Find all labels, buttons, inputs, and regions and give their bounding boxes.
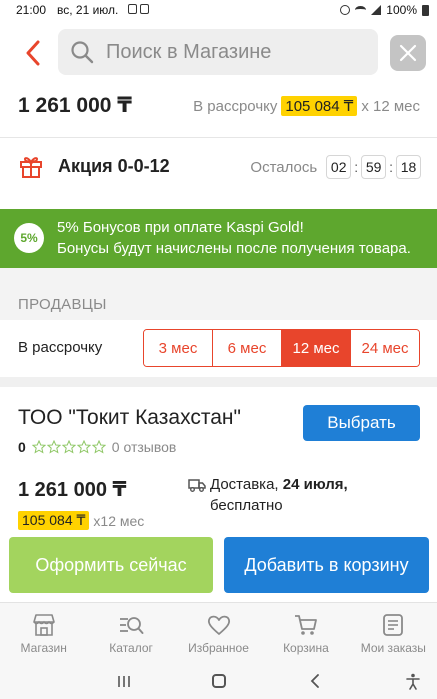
- nav-item-catalog[interactable]: Каталог: [87, 603, 174, 664]
- star-icon: [76, 440, 91, 454]
- bonus-subtitle: Бонусы будут начислены после получения т…: [57, 240, 411, 257]
- seller-installment-amount: 105 084 ₸: [18, 511, 90, 530]
- notification-icons: [128, 4, 149, 14]
- seller-installment: 105 084 ₸ x12 мес: [18, 511, 144, 530]
- battery-percent: 100%: [386, 3, 417, 17]
- gift-icon: [20, 157, 42, 178]
- bonus-badge: 5%: [14, 223, 44, 253]
- nav-label: Мои заказы: [360, 641, 426, 655]
- nav-item-store[interactable]: Магазин: [0, 603, 87, 664]
- bonus-banner[interactable]: 5% 5% Бонусов при оплате Kaspi Gold! Бон…: [0, 209, 437, 268]
- nav-item-orders[interactable]: Мои заказы: [350, 603, 437, 664]
- nav-label: Корзина: [283, 641, 329, 655]
- timer-label: Осталось: [250, 158, 318, 176]
- accessibility-icon[interactable]: [405, 673, 421, 690]
- timer-seconds: 18: [396, 155, 421, 179]
- installment-term: х 12 мес: [361, 97, 420, 115]
- gallery-notification-icon: [128, 4, 137, 14]
- store-icon: [32, 614, 55, 636]
- term-tab-24[interactable]: 24 мес: [351, 330, 419, 366]
- search-box[interactable]: [58, 29, 378, 75]
- term-tab-6[interactable]: 6 мес: [213, 330, 282, 366]
- search-icon: [71, 41, 94, 64]
- timer-colon: :: [389, 159, 393, 175]
- installment-label: В рассрочку: [193, 97, 278, 115]
- status-time: 21:00: [16, 3, 47, 17]
- chevron-left-icon: [26, 40, 40, 66]
- timer-hours: 02: [326, 155, 352, 179]
- cart-icon: [294, 615, 317, 635]
- divider: [0, 137, 437, 138]
- delivery-info: Доставка, 24 июля,: [210, 476, 348, 493]
- status-indicators: 100%: [340, 3, 429, 17]
- bonus-title: 5% Бонусов при оплате Kaspi Gold!: [57, 219, 304, 236]
- section-gap: [0, 377, 437, 387]
- search-input[interactable]: [106, 29, 366, 75]
- system-back-icon[interactable]: [309, 674, 321, 688]
- delivery-cost: бесплатно: [210, 497, 283, 514]
- order-now-button[interactable]: Оформить сейчас: [9, 537, 213, 593]
- delivery-truck-icon: [188, 479, 206, 492]
- battery-icon: [422, 4, 429, 16]
- installment-term-tabs: 3 мес 6 мес 12 мес 24 мес: [143, 329, 420, 367]
- wifi-icon: [355, 6, 367, 14]
- installment-summary: В рассрочку 105 084 ₸ х 12 мес: [193, 96, 420, 116]
- signal-icon: [371, 5, 382, 15]
- copy-notification-icon: [140, 4, 149, 14]
- heart-icon: [207, 615, 230, 635]
- sellers-section-label: ПРОДАВЦЫ: [18, 296, 107, 313]
- home-icon[interactable]: [212, 674, 226, 688]
- term-tab-12[interactable]: 12 мес: [282, 330, 351, 366]
- nav-label: Избранное: [188, 641, 249, 655]
- alarm-icon: [340, 5, 351, 15]
- nav-item-cart[interactable]: Корзина: [262, 603, 349, 664]
- promo-timer: Осталось 02 : 59 : 18: [250, 155, 421, 179]
- installment-amount: 105 084 ₸: [281, 96, 358, 116]
- status-date: вс, 21 июл.: [57, 3, 119, 17]
- close-icon: [399, 44, 417, 62]
- timer-colon: :: [354, 159, 359, 175]
- delivery-date: 24 июля,: [282, 476, 348, 493]
- bottom-navigation: Магазин Каталог Избранное Корзина Мои за…: [0, 602, 437, 664]
- rating-value: 0: [18, 439, 26, 455]
- close-button[interactable]: [390, 35, 426, 71]
- seller-name[interactable]: ТОО "Токит Казахстан": [18, 406, 241, 430]
- seller-price: 1 261 000 ₸: [18, 479, 127, 501]
- seller-rating[interactable]: 0 0 отзывов: [18, 439, 176, 455]
- nav-label: Магазин: [20, 641, 67, 655]
- recent-apps-icon[interactable]: [117, 675, 131, 688]
- installment-term-label: В рассрочку: [18, 339, 103, 356]
- delivery-prefix: Доставка,: [210, 476, 279, 493]
- orders-icon: [383, 614, 404, 636]
- seller-installment-term: x12 мес: [93, 512, 145, 529]
- add-to-cart-button[interactable]: Добавить в корзину: [224, 537, 429, 593]
- product-price: 1 261 000 ₸: [18, 94, 132, 117]
- back-button[interactable]: [20, 38, 46, 68]
- product-offers-screen: 21:00 вс, 21 июл. 100% 1 261 000 ₸: [0, 0, 437, 699]
- promo-title: Акция 0-0-12: [58, 156, 170, 176]
- star-icon: [61, 440, 76, 454]
- timer-minutes: 59: [361, 155, 387, 179]
- star-icon: [46, 440, 61, 454]
- status-bar: 21:00 вс, 21 июл. 100%: [0, 0, 437, 20]
- rating-stars: [31, 440, 106, 454]
- system-navigation-bar: [0, 664, 437, 699]
- select-seller-button[interactable]: Выбрать: [303, 405, 420, 441]
- star-icon: [31, 440, 46, 454]
- catalog-search-icon: [120, 617, 144, 634]
- nav-item-favorites[interactable]: Избранное: [175, 603, 262, 664]
- reviews-count: 0 отзывов: [111, 439, 177, 455]
- nav-label: Каталог: [109, 641, 153, 655]
- star-icon: [91, 440, 106, 454]
- term-tab-3[interactable]: 3 мес: [144, 330, 213, 366]
